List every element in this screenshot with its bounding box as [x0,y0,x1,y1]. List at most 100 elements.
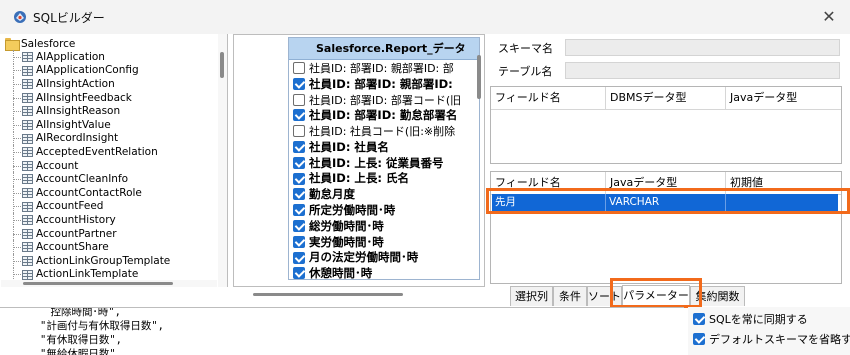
field-checkbox[interactable] [293,156,305,169]
tab-conditions[interactable]: 条件 [553,286,587,306]
field-checkbox[interactable] [293,172,305,185]
tree-item[interactable]: AIInsightAction [1,77,216,91]
tree-item[interactable]: AccountShare [1,240,216,254]
field-label: 勤怠月度 [309,187,355,202]
tree-item-label: AccountFeed [36,200,104,213]
tree-item[interactable]: AccountPartner [1,226,216,241]
tree-root[interactable]: Salesforce [5,37,75,51]
field-checkbox[interactable] [293,125,305,138]
field-row[interactable]: 総労働時間･時 [289,218,479,234]
field-checkbox[interactable] [293,93,305,106]
scroll-thumb[interactable] [253,293,403,296]
sync-sql-label: SQLを常に同期する [709,313,808,326]
sql-line: "有休取得日数", [40,334,122,346]
field-row[interactable]: 社員ID: 部署ID: 部署コード(旧 [289,92,479,108]
field-row[interactable]: 社員ID: 社員名 [289,139,479,155]
tree-item[interactable]: AccountCleanInfo [1,172,216,186]
close-icon[interactable]: ✕ [818,6,840,28]
title-bar: SQLビルダー ✕ [0,0,850,34]
field-row[interactable]: 社員ID: 上長: 従業員番号 [289,155,479,171]
tree-item[interactable]: AIApplicationConfig [1,63,216,78]
object-tree[interactable]: Salesforce AIApplication AIApplicationCon… [1,34,228,287]
tree-item[interactable]: ActionLinkGroupTemplate [1,253,216,268]
tree-connector [13,206,21,208]
tree-item-label: ActionLinkGroupTemplate [36,254,171,267]
field-row[interactable]: 所定労働時間･時 [289,202,479,218]
field-label: 社員ID: 部署ID: 部署コード(旧 [309,93,462,107]
field-grid[interactable]: フィールド名 DBMSデータ型 Javaデータ型 [490,86,842,164]
field-row[interactable]: 勤怠月度 [289,186,479,202]
sync-sql-checkbox[interactable] [693,313,705,325]
scroll-thumb[interactable] [477,55,481,99]
sync-sql-option[interactable]: SQLを常に同期する [693,311,808,327]
scroll-thumb[interactable] [23,282,173,285]
field-checkbox[interactable] [293,77,305,90]
field-checkbox[interactable] [293,188,305,201]
tree-connector [13,138,21,140]
canvas-vertical-scrollbar[interactable] [475,37,483,277]
table-card-title[interactable]: Salesforce.Report_データ [289,38,479,60]
tree-item-label: AcceptedEventRelation [36,145,158,158]
tree-item[interactable]: AIInsightReason [1,104,216,118]
tree-item[interactable]: AIInsightValue [1,117,216,132]
tree-vertical-scrollbar[interactable] [218,34,227,287]
table-icon [22,92,33,103]
field-checkbox[interactable] [293,109,305,122]
field-checkbox[interactable] [293,235,305,248]
column-header[interactable]: DBMSデータ型 [606,87,726,109]
tree-connector [13,97,21,99]
field-checkbox[interactable] [293,219,305,232]
table-icon [22,242,33,253]
field-row[interactable]: 社員ID: 社員コード(旧:※削除 [289,123,479,139]
column-header[interactable]: フィールド名 [491,87,606,109]
field-label: 実労働時間･時 [309,234,384,249]
field-row[interactable]: 実労働時間･時 [289,234,479,250]
tree-item[interactable]: AIRecordInsight [1,131,216,146]
field-row[interactable]: 社員ID: 上長: 氏名 [289,171,479,187]
column-header[interactable]: Javaデータ型 [726,87,842,109]
field-row[interactable]: 月の法定労働時間･時 [289,250,479,266]
field-label: 社員ID: 社員名 [309,139,389,154]
field-checkbox[interactable] [293,267,305,279]
app-icon [14,11,26,23]
field-checkbox[interactable] [293,140,305,153]
tree-horizontal-scrollbar[interactable] [1,280,217,287]
tree-connector [13,151,21,153]
canvas-horizontal-scrollbar[interactable] [233,292,484,298]
tree-connector [13,124,21,126]
tree-item[interactable]: AIInsightFeedback [1,90,216,105]
tree-item[interactable]: AccountHistory [1,213,216,227]
scroll-thumb[interactable] [220,52,224,78]
options-panel: SQLを常に同期する デフォルトスキーマを省略する [688,307,850,355]
tree-item[interactable]: AccountFeed [1,199,216,214]
tree-connector [13,111,21,113]
omit-default-schema-option[interactable]: デフォルトスキーマを省略する [693,331,850,347]
window-title: SQLビルダー [33,11,105,25]
table-icon [22,133,33,144]
field-checkbox[interactable] [293,204,305,217]
tree-item[interactable]: AccountContactRole [1,185,216,200]
omit-default-schema-checkbox[interactable] [693,333,705,345]
tree-item-label: AccountCleanInfo [36,173,129,186]
tab-selected-columns[interactable]: 選択列 [510,286,553,306]
field-checkbox[interactable] [293,62,305,74]
field-row[interactable]: 社員ID: 部署ID: 親部署ID: 部 [289,60,479,76]
tree-connector [13,274,21,276]
parameter-tab-highlight [610,278,702,308]
field-row[interactable]: 休憩時間･時 [289,265,479,279]
tree-item-label: AccountShare [36,241,109,254]
field-row[interactable]: 社員ID: 部署ID: 勤怠部署名 [289,107,479,123]
tree-item[interactable]: AIApplication [1,50,216,64]
sql-editor[interactable]: 控除時間･時", "計画付与有休取得日数", "有休取得日数", "無給休暇日数… [0,307,684,355]
tree-item[interactable]: Account [1,158,216,173]
table-card[interactable]: Salesforce.Report_データ 社員ID: 部署ID: 親部署ID:… [288,37,480,280]
field-label: 社員ID: 部署ID: 親部署ID: 部 [309,61,454,75]
tree-item-label: AccountContactRole [36,186,142,199]
table-input [565,62,840,79]
field-list: 社員ID: 部署ID: 親部署ID: 部社員ID: 部署ID: 親部署ID: 社員… [289,60,479,279]
tree-item[interactable]: AcceptedEventRelation [1,145,216,159]
query-design-canvas[interactable]: Salesforce.Report_データ 社員ID: 部署ID: 親部署ID:… [233,34,485,287]
field-checkbox[interactable] [293,251,305,264]
tree-connector [13,165,21,167]
field-row[interactable]: 社員ID: 部署ID: 親部署ID: [289,76,479,92]
